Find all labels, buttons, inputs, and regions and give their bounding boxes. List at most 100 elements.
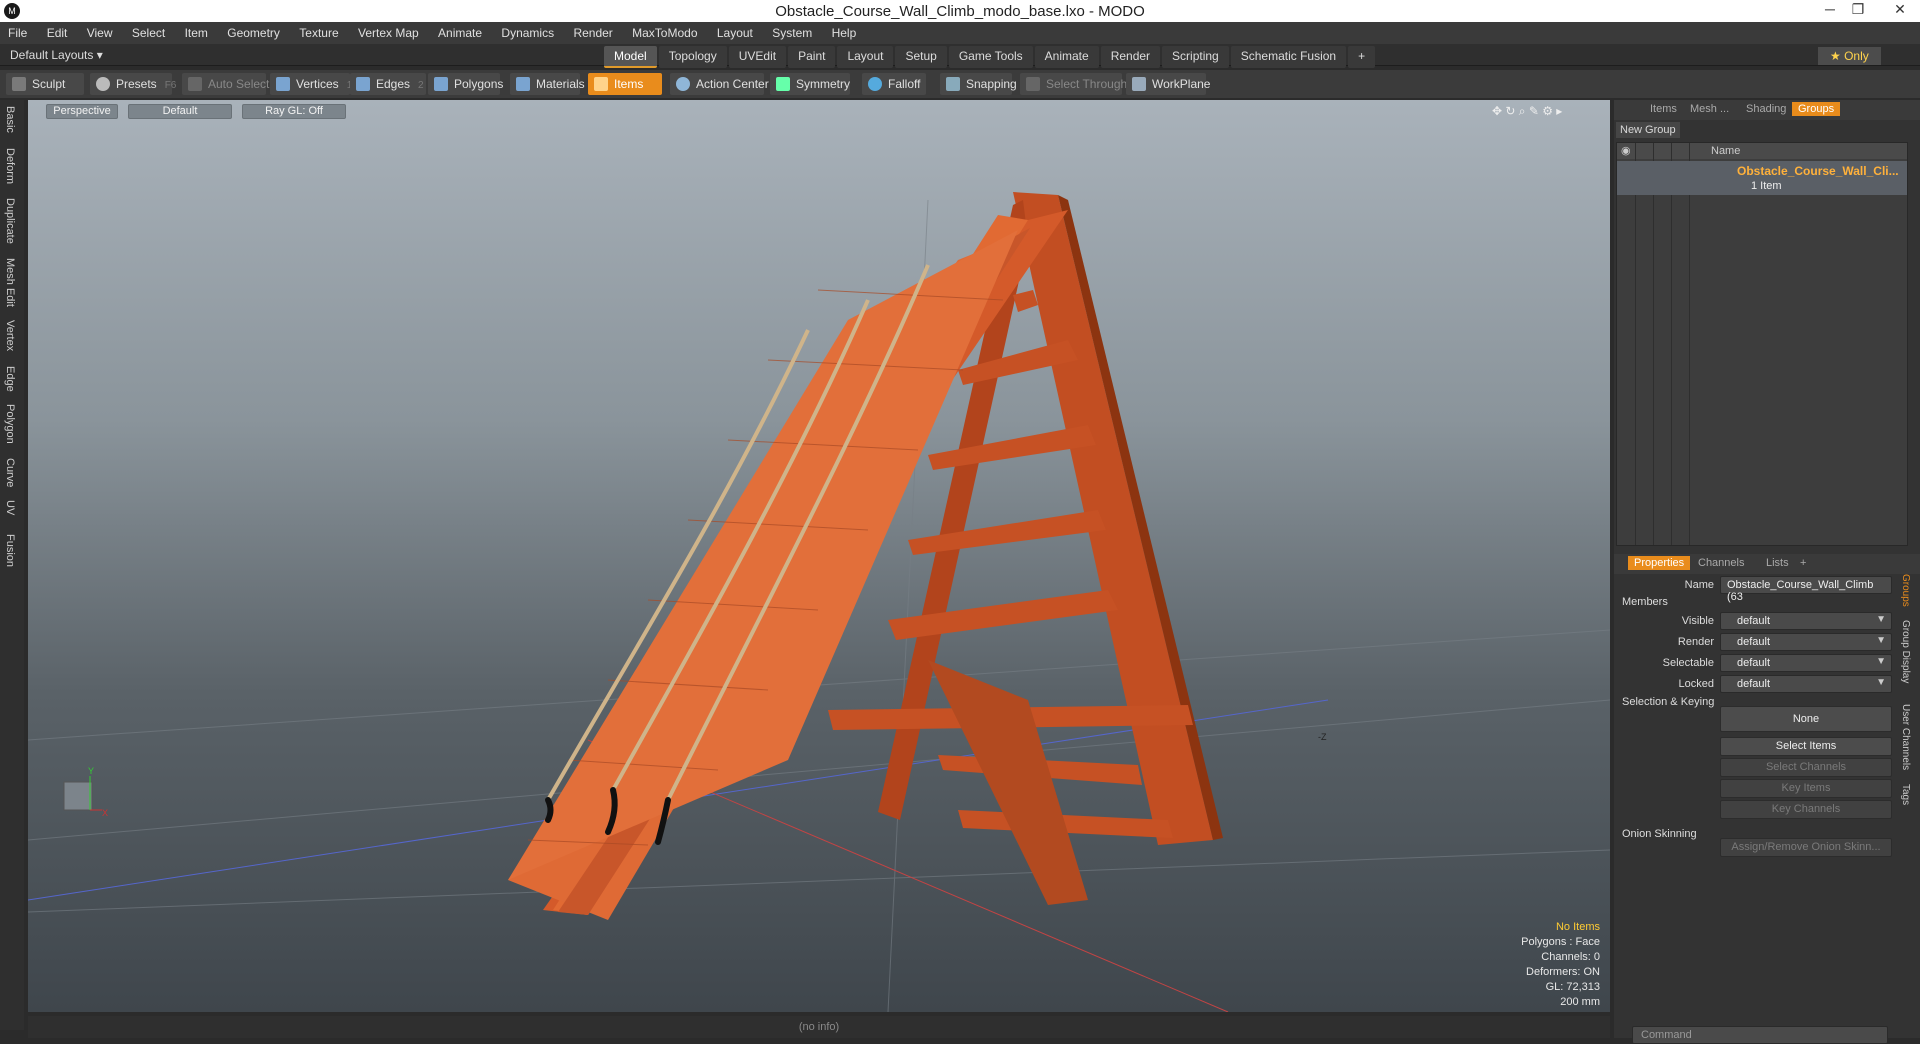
add-tab-icon[interactable]: + <box>1800 557 1806 569</box>
items-button[interactable]: Items <box>588 73 662 95</box>
tab-game-tools[interactable]: Game Tools <box>948 46 1033 68</box>
default-layouts-dropdown[interactable]: Default Layouts ▾ <box>10 48 103 62</box>
select-channels-button[interactable]: Select Channels <box>1720 758 1892 777</box>
action-center-icon <box>676 77 690 91</box>
selectable-select[interactable]: default ▼ <box>1720 654 1892 672</box>
menu-help[interactable]: Help <box>824 22 865 40</box>
members-section[interactable]: Members <box>1622 596 1668 608</box>
tab-topology[interactable]: Topology <box>658 46 727 68</box>
name-label: Name <box>1684 579 1714 591</box>
sculpt-button[interactable]: Sculpt <box>6 73 84 95</box>
menu-vertex-map[interactable]: Vertex Map <box>350 22 427 40</box>
symmetry-button[interactable]: Symmetry <box>770 73 850 95</box>
key-channels-button[interactable]: Key Channels <box>1720 800 1892 819</box>
tab-mesh-edit[interactable]: Mesh Edit <box>4 258 16 307</box>
menu-edit[interactable]: Edit <box>39 22 76 40</box>
menu-bar: File Edit View Select Item Geometry Text… <box>0 22 1920 44</box>
polygons-button[interactable]: Polygons <box>428 73 503 95</box>
onion-skinning-section[interactable]: Onion Skinning <box>1622 828 1697 840</box>
menu-select[interactable]: Select <box>124 22 173 40</box>
tab-deform[interactable]: Deform <box>4 148 16 184</box>
tab-layout[interactable]: Layout <box>837 46 894 68</box>
vertices-button[interactable]: Vertices1 <box>270 73 352 95</box>
side-tab-tags[interactable]: Tags <box>1900 784 1911 805</box>
edges-button[interactable]: Edges 2 <box>350 73 426 95</box>
tab-basic[interactable]: Basic <box>4 106 16 133</box>
menu-file[interactable]: File <box>0 22 35 40</box>
tab-render[interactable]: Render <box>1100 46 1161 68</box>
tab-shading[interactable]: Shading <box>1746 103 1786 115</box>
select-items-button[interactable]: Select Items <box>1720 737 1892 756</box>
side-tab-groups[interactable]: Groups <box>1900 574 1911 607</box>
tab-polygon[interactable]: Polygon <box>4 404 16 444</box>
auto-select-button[interactable]: Auto Select <box>182 73 269 95</box>
tab-schematic-fusion[interactable]: Schematic Fusion <box>1230 46 1347 68</box>
tab-scripting[interactable]: Scripting <box>1162 46 1229 68</box>
menu-layout[interactable]: Layout <box>709 22 761 40</box>
menu-geometry[interactable]: Geometry <box>219 22 288 40</box>
presets-button[interactable]: Presets F6 <box>90 73 176 95</box>
only-toggle[interactable]: ★ Only <box>1818 47 1881 65</box>
workplane-button[interactable]: WorkPlane <box>1126 73 1210 95</box>
action-center-button[interactable]: Action Center <box>670 73 769 95</box>
tab-fusion[interactable]: Fusion <box>4 534 16 567</box>
select-through-button[interactable]: Select Through <box>1020 73 1127 95</box>
tab-animate[interactable]: Animate <box>1034 46 1099 68</box>
tab-items[interactable]: Items <box>1650 103 1677 115</box>
none-selector-button[interactable]: None <box>1720 706 1892 732</box>
tab-properties[interactable]: Properties <box>1628 556 1691 570</box>
group-name-field[interactable]: Obstacle_Course_Wall_Climb (63 <box>1720 576 1892 603</box>
scale-label: 200 mm <box>1560 996 1600 1008</box>
menu-dynamics[interactable]: Dynamics <box>493 22 562 40</box>
scene-graphic: -Z Y X <box>28 192 1610 1012</box>
tab-groups[interactable]: Groups <box>1792 102 1841 116</box>
tab-duplicate[interactable]: Duplicate <box>4 198 16 244</box>
side-tab-user-channels[interactable]: User Channels <box>1900 704 1911 770</box>
materials-button[interactable]: Materials <box>510 73 585 95</box>
3d-viewport[interactable]: Perspective Default Ray GL: Off ✥ ↻ ⌕ ✎ … <box>28 100 1610 1012</box>
menu-render[interactable]: Render <box>565 22 620 40</box>
tab-paint[interactable]: Paint <box>788 46 836 68</box>
new-group-button[interactable]: New Group <box>1616 122 1680 138</box>
restore-button[interactable]: ❐ <box>1843 1 1873 18</box>
menu-view[interactable]: View <box>79 22 121 40</box>
command-input[interactable]: Command <box>1632 1026 1888 1044</box>
render-select[interactable]: default ▼ <box>1720 633 1892 651</box>
dropdown-arrow-icon: ▼ <box>1876 656 1886 667</box>
tab-vertex[interactable]: Vertex <box>4 320 16 351</box>
menu-maxtomodo[interactable]: MaxToModo <box>624 22 705 40</box>
key-items-button[interactable]: Key Items <box>1720 779 1892 798</box>
scene-tabs: Items Mesh ... Shading Groups <box>1614 100 1920 120</box>
locked-select[interactable]: default ▼ <box>1720 675 1892 693</box>
tab-mesh[interactable]: Mesh ... <box>1690 103 1729 115</box>
close-button[interactable]: ✕ <box>1885 1 1915 18</box>
visible-select[interactable]: default ▼ <box>1720 612 1892 630</box>
menu-animate[interactable]: Animate <box>430 22 490 40</box>
menu-item[interactable]: Item <box>177 22 216 40</box>
gl-count-label: GL: 72,313 <box>1545 981 1600 993</box>
tab-uvedit[interactable]: UVEdit <box>728 46 787 68</box>
tab-curve[interactable]: Curve <box>4 458 16 487</box>
tab-model[interactable]: Model <box>604 46 657 68</box>
menu-texture[interactable]: Texture <box>291 22 346 40</box>
minimize-button[interactable]: ─ <box>1815 1 1845 17</box>
falloff-button[interactable]: Falloff <box>862 73 926 95</box>
presets-icon <box>96 77 110 91</box>
selection-keying-section[interactable]: Selection & Keying <box>1622 696 1714 708</box>
tab-lists[interactable]: Lists <box>1766 557 1789 569</box>
visibility-eye-icon[interactable]: ◉ <box>1621 144 1631 157</box>
symmetry-icon <box>776 77 790 91</box>
tab-setup[interactable]: Setup <box>895 46 947 68</box>
workplane-icon <box>1132 77 1146 91</box>
group-row[interactable]: Obstacle_Course_Wall_Cli... 1 Item <box>1617 161 1907 195</box>
group-list[interactable]: ◉ Name Obstacle_Course_Wall_Cli... 1 Ite… <box>1616 142 1908 546</box>
side-tab-group-display[interactable]: Group Display <box>1900 620 1911 683</box>
tab-edge[interactable]: Edge <box>4 366 16 392</box>
menu-system[interactable]: System <box>764 22 820 40</box>
add-tab-button[interactable]: + <box>1348 46 1376 68</box>
tab-uv[interactable]: UV <box>4 500 16 515</box>
axis-gizmo: Y X <box>63 766 108 818</box>
assign-onion-skin-button[interactable]: Assign/Remove Onion Skinn... <box>1720 838 1892 857</box>
tab-channels[interactable]: Channels <box>1698 557 1744 569</box>
snapping-button[interactable]: Snapping <box>940 73 1017 95</box>
